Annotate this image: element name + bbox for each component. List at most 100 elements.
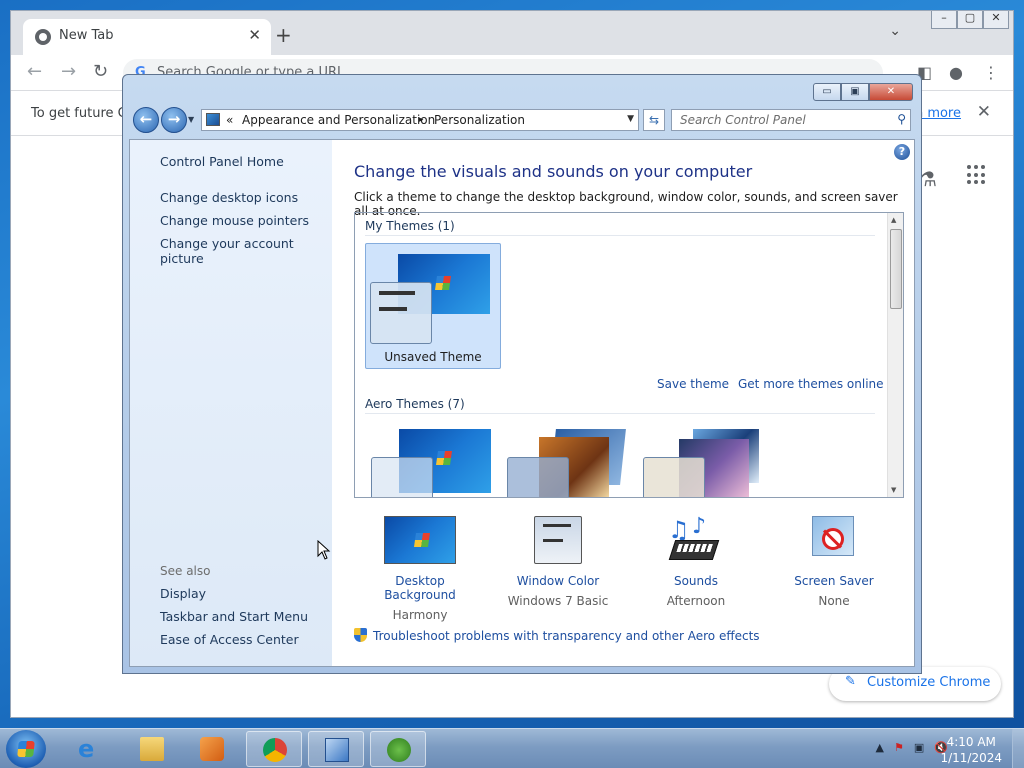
desktop-background-item[interactable]: Desktop Background Harmony [360,516,480,622]
display-link[interactable]: Display [160,586,206,601]
windows-orb-icon [387,738,411,762]
chrome-icon [263,738,287,762]
forward-button-icon[interactable]: → [161,107,187,133]
scroll-up-icon[interactable]: ▲ [891,216,896,224]
window-color-item[interactable]: Window Color Windows 7 Basic [498,516,618,608]
refresh-icon[interactable]: ⇆ [643,109,665,131]
aero-themes-header: Aero Themes (7) [365,397,465,411]
my-themes-header: My Themes (1) [365,219,455,233]
start-button[interactable] [6,730,46,768]
cp-close-button[interactable]: ✕ [869,83,913,101]
infobar-text: To get future Go [31,106,136,121]
cp-minimize-button[interactable]: ▭ [813,83,841,101]
chrome-menu-icon[interactable]: ⋮ [983,63,999,82]
screen-saver-title[interactable]: Screen Saver [774,574,894,588]
show-desktop-button[interactable] [1012,729,1024,768]
section-divider [365,235,875,236]
shield-icon [354,628,367,642]
taskbar-control-panel[interactable] [308,731,364,767]
reload-icon[interactable]: ↻ [93,61,108,82]
cp-maximize-button[interactable]: ▣ [841,83,869,101]
window-color-value: Windows 7 Basic [507,594,609,608]
show-hidden-icons-icon[interactable]: ▲ [876,741,884,754]
section-divider [365,413,875,414]
troubleshoot-label[interactable]: Troubleshoot problems with transparency … [373,629,760,643]
sounds-icon: ♫ ♪ [660,514,732,566]
taskbar-chrome[interactable] [246,731,302,767]
theme-color-swatch [370,282,432,344]
infobar-close-icon[interactable]: ✕ [977,102,991,122]
cp-window-controls: ▭ ▣ ✕ [813,83,913,101]
desktop-background-value: Harmony [392,608,448,622]
folder-icon [140,737,164,761]
scroll-thumb[interactable] [890,229,902,309]
close-button[interactable]: ✕ [983,11,1009,29]
chrome-tab-strip: New Tab ✕ + ⌄ – ▢ ✕ [11,11,1013,55]
control-panel-icon [206,113,220,126]
change-mouse-pointers-link[interactable]: Change mouse pointers [160,213,309,228]
clock-time: 4:10 AM [946,735,996,749]
taskbar-start-menu-link[interactable]: Taskbar and Start Menu [160,609,308,624]
address-dropdown-icon[interactable]: ▼ [627,114,634,124]
address-bar[interactable]: « Appearance and Personalization ▸ Perso… [201,109,639,131]
restore-button[interactable]: ▢ [957,11,983,29]
search-icon[interactable]: ⚲ [897,112,906,126]
taskbar-internet-explorer[interactable]: e [62,731,118,767]
help-icon[interactable]: ? [894,144,910,160]
taskbar-windows-update[interactable] [370,731,426,767]
back-button-icon[interactable]: ← [133,107,159,133]
sounds-item[interactable]: ♫ ♪ Sounds Afternoon [636,514,756,608]
new-tab-button[interactable]: + [275,23,292,47]
breadcrumb-overflow[interactable]: « [226,113,233,127]
tab-search-icon[interactable]: ⌄ [889,23,901,39]
aero-theme-windows7[interactable] [367,429,491,497]
taskbar: e ▲ ⚑ ▣ 🔇 4:10 AM 1/11/2024 [0,728,1024,768]
google-apps-icon[interactable] [967,165,987,185]
theme-list-scrollbar[interactable]: ▲ ▼ [887,213,903,497]
recent-pages-dropdown-icon[interactable]: ▼ [188,115,194,124]
breadcrumb-personalization[interactable]: Personalization [434,113,525,127]
personalization-window: ▭ ▣ ✕ ← → ▼ « Appearance and Personaliza… [122,74,922,674]
taskbar-windows-explorer[interactable] [124,731,180,767]
get-more-themes-link[interactable]: Get more themes online [738,377,884,391]
desktop-background-title[interactable]: Desktop Background [360,574,480,602]
scroll-down-icon[interactable]: ▼ [891,486,896,494]
change-desktop-icons-link[interactable]: Change desktop icons [160,190,298,205]
screen-saver-item[interactable]: Screen Saver None [774,516,894,608]
taskbar-media-player[interactable] [184,731,240,767]
troubleshoot-link[interactable]: Troubleshoot problems with transparency … [354,628,760,643]
mouse-cursor-icon [317,540,331,560]
tab-title: New Tab [59,28,114,43]
network-icon[interactable]: ▣ [914,741,924,754]
media-player-icon [200,737,224,761]
back-arrow-icon[interactable]: ← [27,61,42,82]
see-also-label: See also [160,564,211,578]
left-nav-pane: Control Panel Home Change desktop icons … [130,140,332,666]
profile-avatar-icon[interactable]: ● [949,63,963,82]
chrome-favicon-icon [35,29,51,45]
unsaved-theme-tile[interactable]: Unsaved Theme [365,243,501,369]
aero-theme-characters[interactable] [639,429,763,497]
action-center-icon[interactable]: ⚑ [894,741,904,754]
system-tray: ▲ ⚑ ▣ 🔇 [876,741,948,754]
sounds-title[interactable]: Sounds [636,574,756,588]
desktop-background-icon [384,516,456,566]
tab-close-icon[interactable]: ✕ [248,26,261,44]
save-theme-link[interactable]: Save theme [657,377,729,391]
window-color-title[interactable]: Window Color [498,574,618,588]
minimize-button[interactable]: – [931,11,957,29]
clock[interactable]: 4:10 AM 1/11/2024 [940,734,1002,766]
page-title: Change the visuals and sounds on your co… [354,162,753,181]
forward-arrow-icon[interactable]: → [61,61,76,82]
change-account-picture-link[interactable]: Change your account picture [160,236,332,266]
chrome-window-controls: – ▢ ✕ [931,11,1009,29]
breadcrumb-appearance[interactable]: Appearance and Personalization [242,113,435,127]
control-panel-home-link[interactable]: Control Panel Home [160,154,284,169]
ease-of-access-link[interactable]: Ease of Access Center [160,632,299,647]
tab-new-tab[interactable]: New Tab ✕ [23,19,271,55]
breadcrumb-separator-icon[interactable]: ▸ [419,115,424,125]
windows-logo-icon [17,741,35,757]
aero-theme-architecture[interactable] [503,429,627,497]
search-control-panel-input[interactable]: Search Control Panel ⚲ [671,109,911,131]
clock-date: 1/11/2024 [940,751,1002,765]
